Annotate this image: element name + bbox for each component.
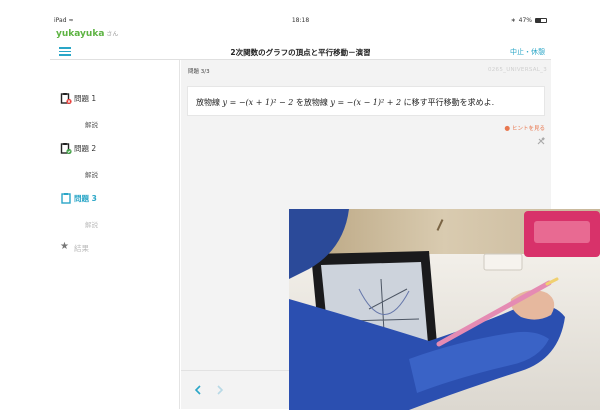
nav-bar: 2次関数のグラフの頂点と平行移動－演習 中止・休憩 <box>50 42 551 60</box>
question-text-suffix: に移す平行移動を求めよ. <box>401 98 495 107</box>
sidebar-item-explanation-3: 解説 <box>85 221 98 229</box>
battery-fill <box>536 19 541 22</box>
sidebar-item-explanation-2[interactable]: 解説 <box>85 169 98 179</box>
sidebar-item-question-1[interactable]: 問題 1 <box>60 91 96 105</box>
question-text-box: 放物線 y = −(x + 1)² − 2 を放物線 y = −(x − 1)²… <box>187 86 545 116</box>
question-text-prefix: 放物線 <box>196 98 223 107</box>
status-bar: iPad ≈ 18:18 ∗ 47% <box>50 14 551 28</box>
clipboard-current-icon <box>61 193 71 204</box>
sidebar-item-explanation-1[interactable]: 解説 <box>85 119 98 129</box>
battery-icon <box>535 18 547 23</box>
question-expression-2: y = −(x − 1)² + 2 <box>330 98 402 107</box>
clock: 18:18 <box>291 17 310 24</box>
stop-break-button[interactable]: 中止・休憩 <box>510 47 545 57</box>
hint-label: ヒントを見る <box>511 126 545 132</box>
bluetooth-icon: ∗ <box>510 17 516 24</box>
question-text-middle: を放物線 <box>293 98 331 107</box>
battery-status: ∗ 47% <box>511 17 547 24</box>
user-name-text: yukayuka <box>56 29 105 39</box>
question-number: 問題 3/3 <box>188 69 210 75</box>
question-code: 0265_UNIVERSAL_3 <box>487 67 547 73</box>
sidebar-item-label: 問題 3 <box>74 193 97 203</box>
chevron-right-icon[interactable] <box>215 385 225 395</box>
user-name: yukayuka さん <box>56 29 118 39</box>
student-using-tablet-photo <box>289 209 600 410</box>
sidebar-item-label: 問題 2 <box>74 143 97 153</box>
sidebar-item-label: 問題 1 <box>74 93 97 103</box>
page-title: 2次関数のグラフの頂点と平行移動－演習 <box>230 48 371 57</box>
sidebar-item-result: ★ 結果 <box>60 241 89 255</box>
user-name-suffix: さん <box>106 31 119 38</box>
sidebar-item-question-2[interactable]: 問題 2 <box>60 141 96 155</box>
clipboard-incorrect-icon <box>60 93 72 104</box>
sidebar-item-label: 結果 <box>74 243 89 253</box>
clipboard-correct-icon <box>60 143 72 154</box>
question-expression-1: y = −(x + 1)² − 2 <box>222 98 294 107</box>
battery-percent: 47% <box>518 17 532 24</box>
chevron-left-icon[interactable] <box>193 385 203 395</box>
sidebar: 問題 1 解説 問題 2 解説 問題 3 解説 ★ 結果 <box>50 60 180 409</box>
star-icon: ★ <box>60 241 69 252</box>
sidebar-item-question-3[interactable]: 問題 3 <box>60 191 97 205</box>
hint-button[interactable]: ● ヒントを見る <box>504 124 545 132</box>
tools-icon[interactable] <box>537 137 545 145</box>
lightbulb-icon: ● <box>504 124 510 132</box>
